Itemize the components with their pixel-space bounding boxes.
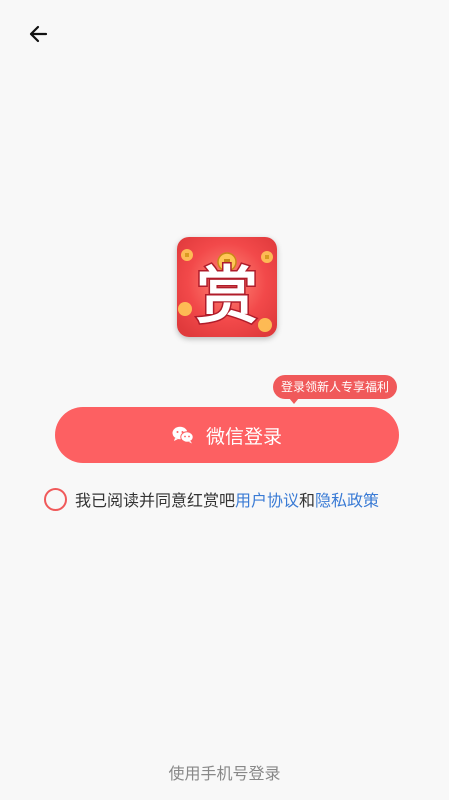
app-logo-glyph: 赏 bbox=[196, 259, 258, 332]
privacy-policy-link[interactable]: 隐私政策 bbox=[315, 487, 379, 511]
promo-badge: 登录领新人专享福利 bbox=[273, 375, 398, 404]
app-logo-icon: 赏 bbox=[177, 237, 277, 337]
arrow-left-icon bbox=[26, 22, 50, 50]
agreement-row: 我已阅读并同意红赏吧 用户协议 和 隐私政策 bbox=[44, 487, 379, 511]
user-agreement-link[interactable]: 用户协议 bbox=[235, 487, 299, 511]
agreement-conjunction: 和 bbox=[299, 491, 316, 510]
wechat-login-button[interactable]: 微信登录 bbox=[55, 407, 399, 463]
app-logo: 赏 bbox=[177, 237, 277, 337]
back-button[interactable] bbox=[20, 20, 56, 52]
phone-login-link[interactable]: 使用手机号登录 bbox=[0, 760, 449, 784]
agreement-prefix: 我已阅读并同意红赏吧 bbox=[75, 491, 236, 510]
agreement-checkbox[interactable] bbox=[44, 487, 67, 511]
wechat-icon bbox=[172, 426, 194, 444]
wechat-login-label: 微信登录 bbox=[205, 425, 282, 448]
